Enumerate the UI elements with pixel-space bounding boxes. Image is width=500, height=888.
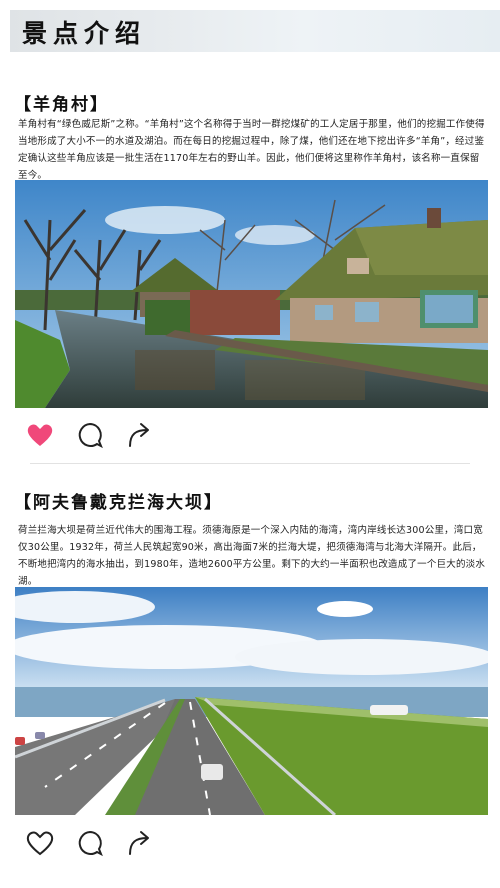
section-title-village: 【羊角村】: [14, 95, 109, 115]
share-icon[interactable]: [125, 828, 155, 858]
photo-dam: [15, 587, 488, 815]
heart-icon[interactable]: [25, 420, 55, 450]
header-banner: 景点介绍: [10, 10, 500, 52]
divider: [30, 463, 470, 464]
section-title-dam: 【阿夫鲁戴克拦海大坝】: [14, 493, 223, 513]
comment-icon[interactable]: [75, 420, 105, 450]
heart-icon[interactable]: [25, 828, 55, 858]
share-icon[interactable]: [125, 420, 155, 450]
photo-village: [15, 180, 488, 408]
action-bar-dam: [25, 828, 165, 858]
action-bar-village: [25, 420, 165, 450]
comment-icon[interactable]: [75, 828, 105, 858]
page-title: 景点介绍: [22, 19, 147, 48]
section-text-dam: 荷兰拦海大坝是荷兰近代伟大的围海工程。须德海原是一个深入内陆的海湾，湾内岸线长达…: [18, 525, 486, 587]
section-text-village: 羊角村有“绿色威尼斯”之称。“羊角村”这个名称得于当时一群挖煤矿的工人定居于那里…: [18, 119, 485, 181]
